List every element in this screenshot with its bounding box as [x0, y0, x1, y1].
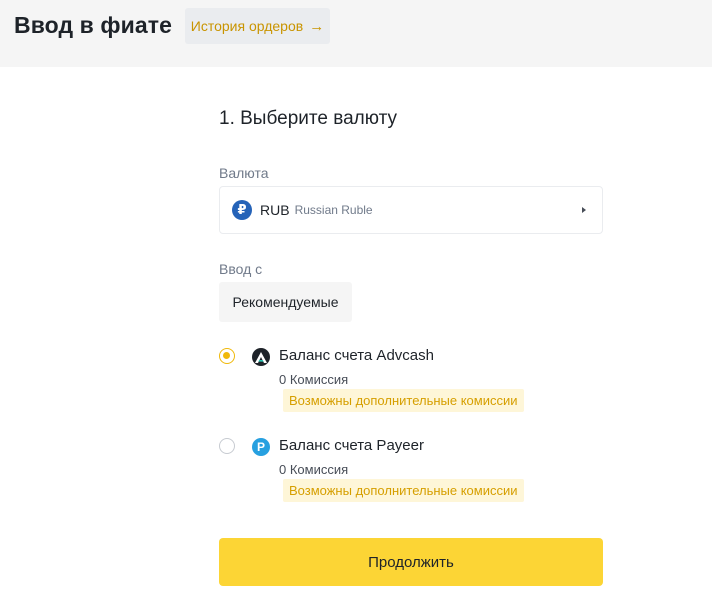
currency-select[interactable]: ₽ RUB Russian Ruble	[219, 186, 603, 234]
radio-advcash-selected[interactable]	[219, 348, 235, 364]
payeer-icon: P	[252, 438, 270, 456]
fee-notice-badge: Возможны дополнительные комиссии	[283, 479, 524, 502]
advcash-icon	[252, 348, 270, 366]
page-title: Ввод в фиате	[14, 12, 173, 38]
method-name: Баланс счета Advcash	[279, 347, 434, 364]
radio-payeer[interactable]	[219, 438, 235, 454]
method-fee: 0 Комиссия	[279, 372, 349, 387]
deposit-from-label: Ввод с	[219, 261, 263, 277]
step-title: 1. Выберите валюту	[219, 108, 397, 129]
caret-right-icon	[582, 207, 586, 213]
currency-name: Russian Ruble	[294, 203, 373, 217]
order-history-button[interactable]: История ордеров →	[185, 8, 330, 44]
fee-notice-badge: Возможны дополнительные комиссии	[283, 389, 524, 412]
tab-recommended[interactable]: Рекомендуемые	[219, 282, 352, 322]
arrow-right-icon: →	[309, 17, 325, 35]
order-history-label: История ордеров	[190, 18, 304, 34]
header-bar: Ввод в фиате История ордеров →	[0, 0, 712, 67]
currency-code: RUB	[260, 202, 290, 218]
ruble-icon: ₽	[232, 200, 252, 220]
continue-button[interactable]: Продолжить	[219, 538, 603, 586]
method-name: Баланс счета Payeer	[279, 437, 424, 454]
currency-label: Валюта	[219, 165, 269, 181]
method-fee: 0 Комиссия	[279, 462, 349, 477]
